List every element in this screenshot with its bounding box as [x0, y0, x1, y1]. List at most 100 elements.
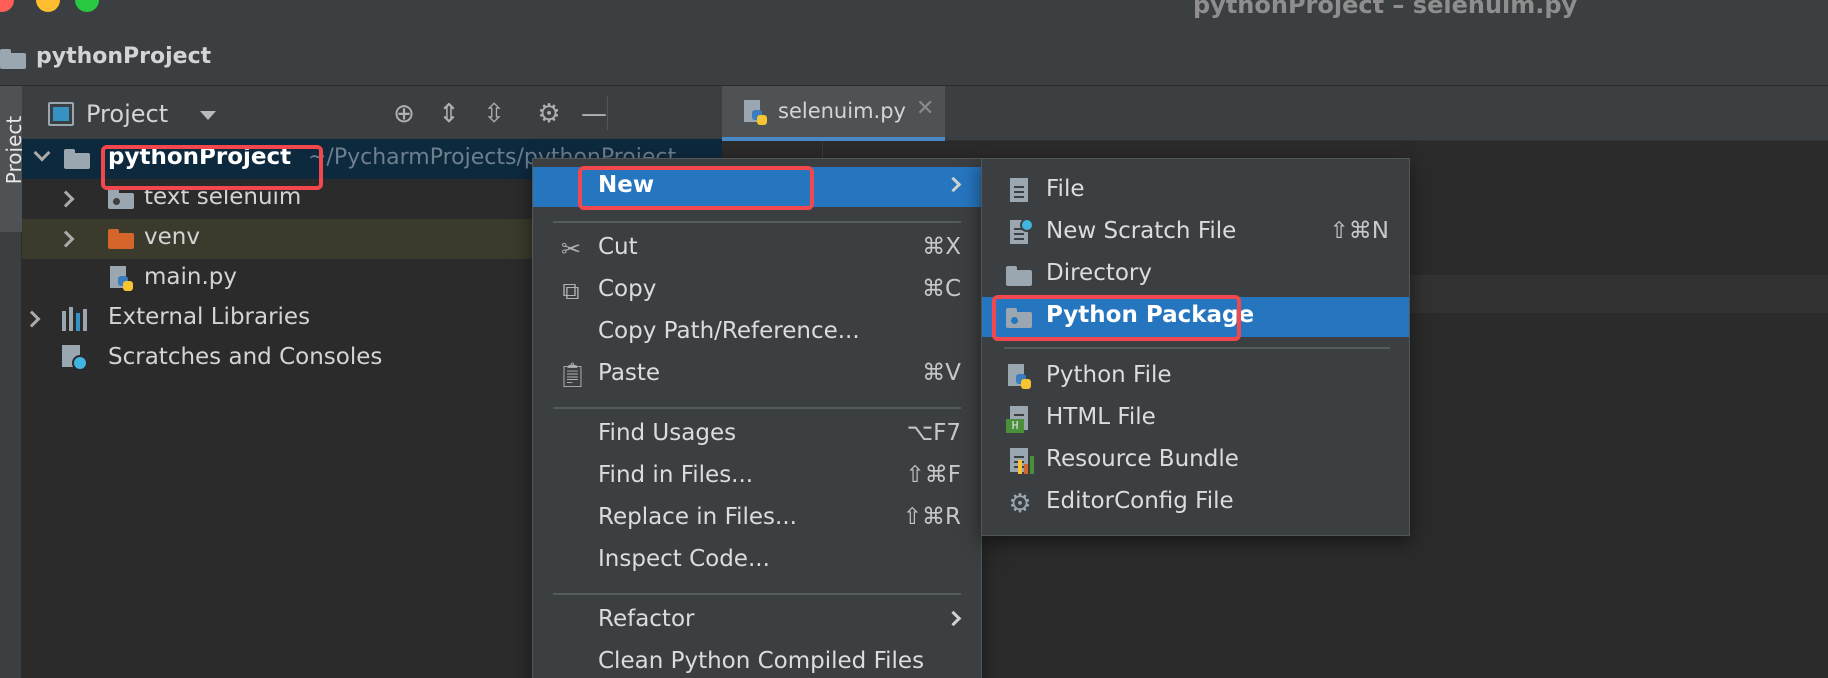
tree-item-label: venv — [144, 224, 200, 250]
submenu-item-label: Python File — [1046, 362, 1172, 388]
menu-item-label: Find Usages — [598, 420, 737, 446]
breadcrumb-project[interactable]: pythonProject — [36, 44, 211, 69]
menu-item-find-usages[interactable]: Find Usages ⌥F7 — [533, 415, 981, 455]
zoom-window-button[interactable] — [75, 0, 99, 12]
submenu-item-label: Directory — [1046, 260, 1153, 286]
menu-separator — [553, 407, 961, 409]
menu-item-label: Copy — [598, 276, 657, 302]
menu-item-label: Cut — [598, 234, 638, 260]
editor-tab-bar: selenuim.py ✕ — [722, 86, 1828, 141]
menu-item-inspect-code[interactable]: Inspect Code... — [533, 541, 981, 581]
menu-item-find-in-files[interactable]: Find in Files... ⇧⌘F — [533, 457, 981, 497]
submenu-item-label: EditorConfig File — [1046, 488, 1234, 514]
menu-item-shortcut: ⌘V — [922, 360, 961, 386]
annotation-highlight-box — [578, 166, 814, 210]
window-title: pythonProject – selenuim.py — [1193, 0, 1578, 19]
folder-icon — [0, 49, 26, 69]
context-menu: New ✂ Cut ⌘X ⧉ Copy ⌘C Copy Path/Referen… — [532, 158, 982, 678]
menu-item-shortcut: ⇧⌘F — [905, 462, 961, 488]
scratch-file-icon — [1006, 218, 1034, 248]
submenu-item-directory[interactable]: Directory — [982, 255, 1409, 295]
folder-icon — [1006, 262, 1034, 290]
menu-item-label: Refactor — [598, 606, 695, 632]
tree-item-label: main.py — [144, 264, 237, 290]
menu-item-replace-in-files[interactable]: Replace in Files... ⇧⌘R — [533, 499, 981, 539]
excluded-folder-icon — [108, 229, 134, 249]
menu-item-shortcut: ⌘X — [922, 234, 961, 260]
chevron-down-icon[interactable] — [200, 111, 216, 120]
submenu-item-resource-bundle[interactable]: Resource Bundle — [982, 441, 1409, 481]
minimize-window-button[interactable] — [36, 0, 60, 12]
resource-bundle-icon — [1006, 448, 1034, 476]
library-icon — [62, 307, 88, 331]
submenu-item-label: Resource Bundle — [1046, 446, 1239, 472]
annotation-highlight-box — [101, 145, 323, 190]
python-file-icon — [744, 100, 768, 126]
chevron-right-icon — [945, 610, 962, 627]
expand-all-icon[interactable]: ⇕ — [434, 99, 464, 129]
new-submenu: File New Scratch File ⇧⌘N Directory Pyth… — [981, 158, 1410, 536]
menu-item-shortcut: ⌥F7 — [906, 420, 961, 446]
menu-item-label: Copy Path/Reference... — [598, 318, 860, 344]
scissors-icon: ✂ — [560, 235, 582, 263]
submenu-item-label: New Scratch File — [1046, 218, 1237, 244]
close-window-button[interactable] — [0, 0, 14, 12]
python-file-icon — [1006, 364, 1034, 392]
folder-icon — [64, 149, 90, 169]
collapse-all-icon[interactable]: ⇳ — [479, 99, 509, 129]
clipboard-icon: 📋︎ — [557, 361, 588, 389]
locate-file-icon[interactable]: ⊕ — [389, 99, 419, 129]
close-icon[interactable]: ✕ — [916, 96, 934, 121]
menu-separator — [1004, 347, 1390, 349]
menu-item-label: Inspect Code... — [598, 546, 770, 572]
menu-item-label: Paste — [598, 360, 661, 386]
annotation-highlight-box — [992, 295, 1241, 341]
menu-item-paste[interactable]: 📋︎ Paste ⌘V — [533, 355, 981, 395]
menu-item-shortcut: ⌘C — [921, 276, 961, 302]
submenu-item-editorconfig-file[interactable]: ⚙ EditorConfig File — [982, 483, 1409, 523]
project-panel-header: Project ⊕ ⇕ ⇳ ⚙ — — [22, 86, 722, 141]
hide-panel-icon[interactable]: — — [579, 99, 609, 129]
navigation-bar: pythonProject — [0, 38, 1828, 86]
chevron-down-icon[interactable] — [33, 144, 51, 162]
menu-item-cut[interactable]: ✂ Cut ⌘X — [533, 229, 981, 269]
submenu-item-label: HTML File — [1046, 404, 1156, 430]
tree-item-label: External Libraries — [108, 304, 311, 330]
tool-window-strip: Project — [0, 86, 26, 678]
submenu-item-html-file[interactable]: H HTML File — [982, 399, 1409, 439]
menu-item-clean-compiled[interactable]: Clean Python Compiled Files — [533, 643, 981, 678]
menu-separator — [553, 221, 961, 223]
menu-item-copy[interactable]: ⧉ Copy ⌘C — [533, 271, 981, 311]
submenu-item-label: File — [1046, 176, 1085, 202]
menu-item-copy-path[interactable]: Copy Path/Reference... — [533, 313, 981, 353]
menu-separator — [553, 593, 961, 595]
menu-item-label: Find in Files... — [598, 462, 754, 488]
chevron-right-icon[interactable] — [57, 190, 75, 208]
chevron-right-icon — [945, 176, 962, 193]
submenu-item-shortcut: ⇧⌘N — [1329, 218, 1389, 244]
gear-icon: ⚙ — [1008, 489, 1032, 519]
menu-item-shortcut: ⇧⌘R — [902, 504, 961, 530]
file-icon — [1006, 178, 1034, 206]
gear-icon[interactable]: ⚙ — [534, 99, 564, 129]
menu-item-label: Replace in Files... — [598, 504, 797, 530]
html-file-icon: H — [1006, 406, 1034, 434]
chevron-right-icon[interactable] — [23, 310, 41, 328]
copy-icon: ⧉ — [562, 277, 580, 305]
package-folder-icon — [108, 189, 134, 209]
title-bar: pythonProject – selenuim.py — [0, 0, 1828, 38]
tree-item-label: Scratches and Consoles — [108, 344, 383, 370]
submenu-item-new-scratch-file[interactable]: New Scratch File ⇧⌘N — [982, 213, 1409, 253]
python-file-icon — [110, 266, 134, 292]
scratches-icon — [62, 345, 90, 373]
editor-tab-selenuim[interactable]: selenuim.py ✕ — [722, 86, 945, 141]
project-view-icon — [48, 102, 74, 126]
menu-item-refactor[interactable]: Refactor — [533, 601, 981, 641]
submenu-item-file[interactable]: File — [982, 171, 1409, 211]
submenu-item-python-file[interactable]: Python File — [982, 357, 1409, 397]
editor-tab-label: selenuim.py — [778, 99, 906, 123]
chevron-right-icon[interactable] — [57, 230, 75, 248]
project-view-selector[interactable]: Project — [86, 100, 168, 128]
menu-item-label: Clean Python Compiled Files — [598, 648, 925, 674]
project-tool-window-tab[interactable]: Project — [0, 86, 26, 232]
